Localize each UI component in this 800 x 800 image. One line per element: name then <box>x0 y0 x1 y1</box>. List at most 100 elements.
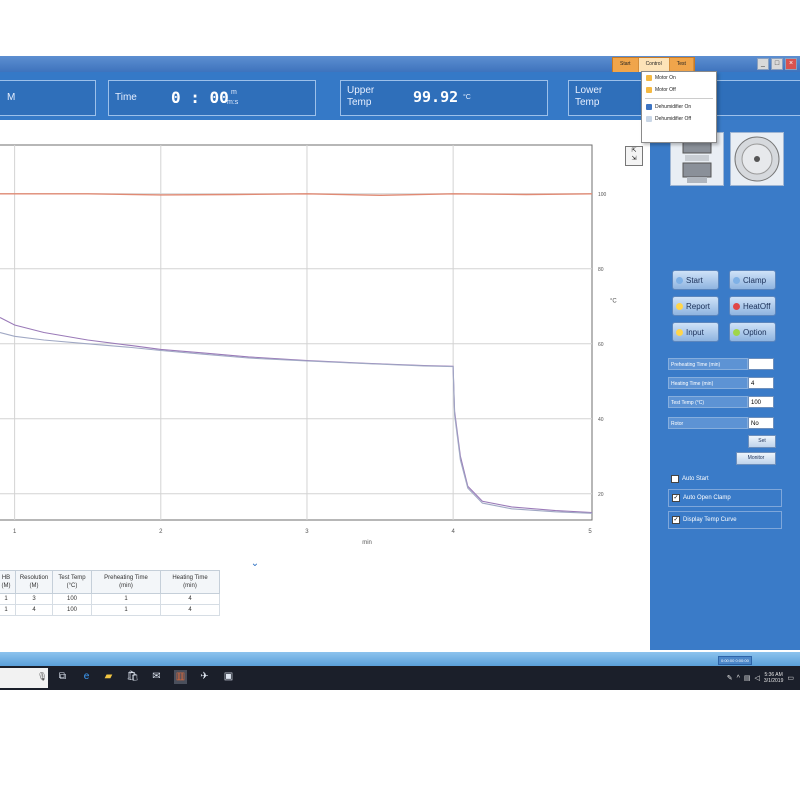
close-button[interactable]: × <box>785 58 797 70</box>
time-unit-bottom: m:s <box>227 99 239 106</box>
input-button[interactable]: Input <box>672 322 719 342</box>
upper-temp-unit: °C <box>463 94 471 101</box>
header-test-temp: Test Temp (°C) <box>52 570 92 594</box>
menu-item-dehumidifier-off[interactable]: Dehumidifier Off <box>642 113 716 125</box>
display-temp-curve-checkbox[interactable]: ✓ <box>672 516 680 524</box>
menu-start[interactable]: Start <box>613 58 639 72</box>
task-view-icon[interactable]: ⧉ <box>56 670 69 684</box>
option-button[interactable]: Option <box>729 322 776 342</box>
status-label: 0:00:00 0:00:00 <box>718 656 752 665</box>
mail-icon[interactable]: ✉ <box>150 670 163 684</box>
header-preheating-time: Preheating Time (min) <box>91 570 161 594</box>
file-explorer-icon[interactable]: ▰ <box>102 670 115 684</box>
monitor-button[interactable]: Monitor <box>736 452 776 465</box>
results-table: HB (M) Resolution (M) Test Temp (°C) Prehea… <box>0 570 220 616</box>
table-cell: 4 <box>160 593 220 605</box>
x-axis-label: min <box>362 540 372 546</box>
rheometer-app-icon[interactable]: ▥ <box>174 670 187 684</box>
table-cell: 4 <box>15 604 53 616</box>
heat-icon <box>733 302 740 310</box>
chevron-up-icon[interactable]: ^ <box>737 675 740 682</box>
report-icon <box>676 302 683 310</box>
title-bar: Start Control Test _ □ × <box>0 56 800 73</box>
network-icon[interactable]: ▤ <box>744 674 751 682</box>
clock-date: 3/1/2019 <box>763 678 784 684</box>
menu-control[interactable]: Control <box>638 58 670 72</box>
app-icon[interactable]: ▣ <box>222 670 235 684</box>
control-panel: Start Clamp Report HeatOff Input Option … <box>650 120 800 650</box>
auto-start-checkbox-row[interactable]: Auto Start <box>668 470 782 488</box>
table-cell: 1 <box>0 593 16 605</box>
chart-zoom-button[interactable]: ⇱ ⇲ <box>625 146 643 166</box>
results-table-panel: HB (M) Resolution (M) Test Temp (°C) Prehea… <box>0 570 650 652</box>
table-cell: 100 <box>52 604 92 616</box>
upper-temp-panel: Upper Temp 99.92 °C <box>340 80 548 116</box>
window-controls: _ □ × <box>757 58 797 70</box>
button-label: HeatOff <box>743 301 771 311</box>
menu-item-label: Motor Off <box>655 87 676 93</box>
time-value: 0 : 00 <box>171 88 229 107</box>
button-label: Input <box>686 327 704 337</box>
auto-start-checkbox[interactable] <box>671 475 679 483</box>
table-collapse-bar: ⌄ <box>0 559 650 570</box>
rotor-disc-icon <box>730 132 784 186</box>
start-icon <box>676 276 683 284</box>
y2-axis-label: °C <box>610 299 617 305</box>
rotor-label: Rotor <box>668 417 748 429</box>
menu-item-dehumidifier-on[interactable]: Dehumidifier On <box>642 101 716 113</box>
clamp-icon <box>733 276 740 284</box>
y2-tick-label: 80 <box>598 267 604 273</box>
x-tick-label: 5 <box>588 529 592 535</box>
rotor-select[interactable]: No <box>748 417 774 429</box>
maximize-button[interactable]: □ <box>771 58 783 70</box>
display-temp-curve-checkbox-row[interactable]: ✓ Display Temp Curve <box>668 511 782 529</box>
header-resolution: Resolution (M) <box>15 570 53 594</box>
table-row[interactable]: 1 4 100 1 4 <box>0 604 220 616</box>
test-temp-label: Test Temp (°C) <box>668 396 748 408</box>
motor-icon <box>646 75 652 81</box>
pen-icon[interactable]: ✎ <box>727 674 733 682</box>
volume-icon[interactable]: ◁ <box>755 674 760 682</box>
auto-open-clamp-checkbox[interactable]: ✓ <box>672 494 680 502</box>
auto-open-clamp-checkbox-row[interactable]: ✓ Auto Open Clamp <box>668 489 782 507</box>
start-button[interactable]: Start <box>672 270 719 290</box>
chevron-down-icon[interactable]: ⌄ <box>249 559 261 569</box>
set-button[interactable]: Set <box>748 435 776 448</box>
heating-time-input[interactable]: 4 <box>748 377 774 389</box>
edge-browser-icon[interactable]: e <box>80 670 93 684</box>
clamp-button[interactable]: Clamp <box>729 270 776 290</box>
minimize-button[interactable]: _ <box>757 58 769 70</box>
y2-tick-label: 100 <box>598 192 607 198</box>
y2-tick-label: 40 <box>598 417 604 423</box>
checkbox-label: Auto Start <box>682 476 709 482</box>
input-icon <box>676 328 683 336</box>
upper-temp-value: 99.92 <box>413 88 459 106</box>
report-button[interactable]: Report <box>672 296 719 316</box>
menu-item-motor-off[interactable]: Motor Off <box>642 84 716 96</box>
microphone-icon[interactable]: 🎙 <box>37 672 47 681</box>
upper-temp-label-1: Upper <box>347 85 375 96</box>
menu-separator <box>645 98 713 99</box>
control-dropdown-menu: Motor On Motor Off Dehumidifier On Dehum… <box>641 71 717 143</box>
left-readout-label: M <box>7 92 16 103</box>
heat-off-button[interactable]: HeatOff <box>729 296 776 316</box>
app-icon[interactable]: ✈ <box>198 670 211 684</box>
windows-taskbar: 🎙 ⧉ e ▰ 🛍 ✉ ▥ ✈ ▣ ✎ ^ ▤ ◁ 5:36 AM 3/1/20… <box>0 666 800 690</box>
header-hb: HB (M) <box>0 570 16 594</box>
menu-item-motor-on[interactable]: Motor On <box>642 72 716 84</box>
menu-item-label: Motor On <box>655 75 676 81</box>
store-icon[interactable]: 🛍 <box>126 670 139 684</box>
x-tick-label: 2 <box>159 529 163 535</box>
button-label: Start <box>686 275 703 285</box>
table-row[interactable]: 1 3 100 1 4 <box>0 593 220 605</box>
menu-test[interactable]: Test <box>670 58 694 72</box>
preheating-time-input[interactable] <box>748 358 774 370</box>
time-label: Time <box>115 92 137 103</box>
notifications-icon[interactable]: ▭ <box>787 674 794 682</box>
x-tick-label: 3 <box>305 529 309 535</box>
menu-item-label: Dehumidifier Off <box>655 116 692 122</box>
test-temp-input[interactable]: 100 <box>748 396 774 408</box>
lower-temp-label-2: Temp <box>575 97 600 108</box>
taskbar-clock[interactable]: 5:36 AM 3/1/2019 <box>764 672 783 684</box>
lower-temp-label-1: Lower <box>575 85 603 96</box>
